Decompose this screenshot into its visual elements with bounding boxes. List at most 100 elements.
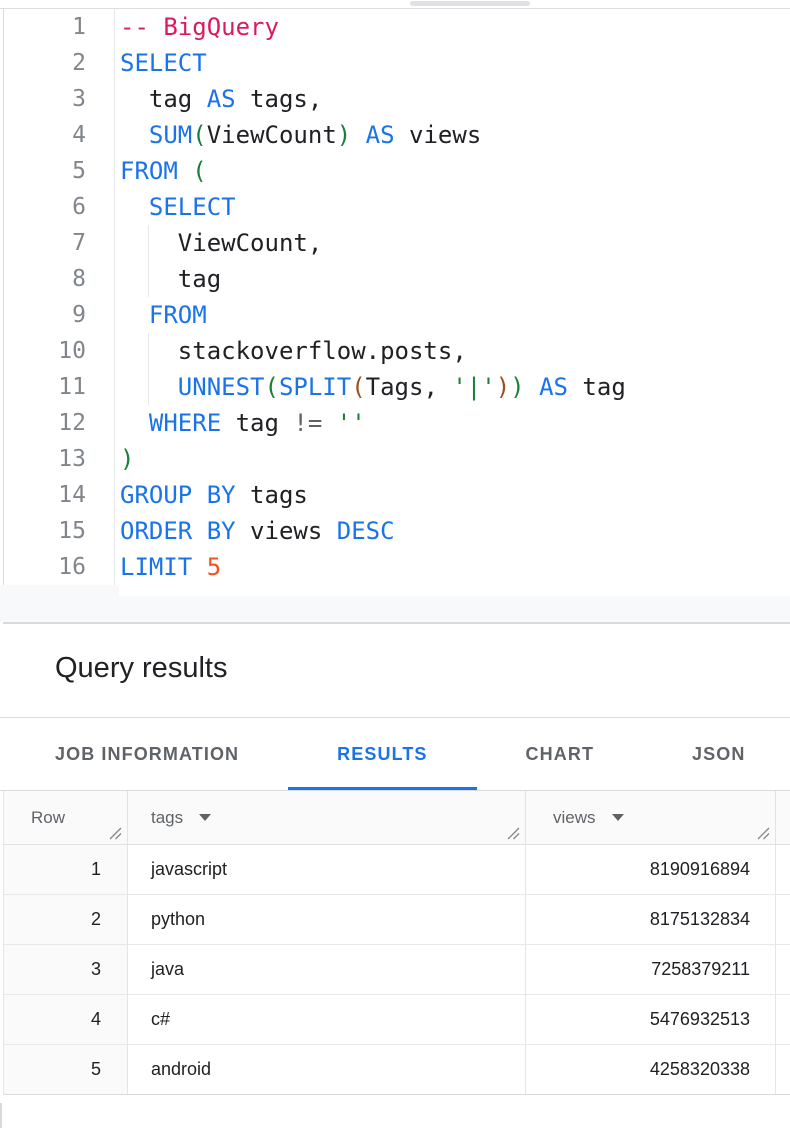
resize-grip-icon[interactable]	[507, 827, 520, 840]
line-number: 2	[4, 45, 86, 81]
header-row-label: Row	[31, 808, 65, 828]
code-line[interactable]: 10 stackoverflow.posts,	[4, 333, 790, 369]
code-line[interactable]: 13)	[4, 441, 790, 477]
cell-tags: python	[128, 895, 526, 944]
code-text: ORDER BY views DESC	[120, 513, 395, 549]
cell-tags: c#	[128, 995, 526, 1044]
cell-views: 7258379211	[526, 945, 776, 994]
code-text: tag	[120, 261, 221, 297]
code-line[interactable]: 4 SUM(ViewCount) AS views	[4, 117, 790, 153]
line-number: 16	[4, 549, 86, 585]
query-results-section: Query results	[0, 624, 790, 718]
cell-tags: javascript	[128, 845, 526, 894]
footer-left-edge	[0, 1103, 2, 1128]
code-text: stackoverflow.posts,	[120, 333, 467, 369]
code-line[interactable]: 7 ViewCount,	[4, 225, 790, 261]
cell-views: 8175132834	[526, 895, 776, 944]
cell-row-number: 2	[4, 895, 128, 944]
code-line[interactable]: 1-- BigQuery	[4, 9, 790, 45]
line-number: 12	[4, 405, 86, 441]
line-number: 8	[4, 261, 86, 297]
tab-chart[interactable]: CHART	[477, 718, 644, 790]
scrollbar-thumb[interactable]	[410, 1, 530, 6]
editor-bottom-strip	[0, 585, 790, 622]
cell-row-number: 5	[4, 1045, 128, 1094]
code-line[interactable]: 8 tag	[4, 261, 790, 297]
tab-job-information[interactable]: JOB INFORMATION	[6, 718, 288, 790]
cell-row-number: 4	[4, 995, 128, 1044]
code-text: ViewCount,	[120, 225, 322, 261]
code-line[interactable]: 16 LIMIT 5	[4, 549, 790, 585]
code-text: LIMIT 5	[120, 549, 221, 585]
code-line[interactable]: 3 tag AS tags,	[4, 81, 790, 117]
code-line[interactable]: 15 ORDER BY views DESC	[4, 513, 790, 549]
code-line[interactable]: 9 FROM	[4, 297, 790, 333]
code-text: UNNEST(SPLIT(Tags, '|')) AS tag	[120, 369, 626, 405]
code-line[interactable]: 6 SELECT	[4, 189, 790, 225]
header-row-column: Row	[4, 791, 128, 844]
editor-footer-band	[0, 596, 790, 622]
table-row: 5android4258320338	[4, 1045, 790, 1095]
tab-label: CHART	[526, 744, 595, 765]
table-header-row: Row tags views	[4, 791, 790, 845]
code-text: FROM (	[120, 153, 207, 189]
code-text: SUM(ViewCount) AS views	[120, 117, 481, 153]
cell-tags: android	[128, 1045, 526, 1094]
cell-views: 5476932513	[526, 995, 776, 1044]
header-spacer	[776, 791, 790, 844]
cell-spacer	[776, 945, 790, 994]
tab-label: JSON	[692, 744, 745, 765]
code-text: GROUP BY tags	[120, 477, 308, 513]
code-line[interactable]: 2 SELECT	[4, 45, 790, 81]
cell-spacer	[776, 1045, 790, 1094]
line-number: 7	[4, 225, 86, 261]
code-area[interactable]: 1-- BigQuery2SELECT3 tag AS tags,4 SUM(V…	[4, 9, 790, 585]
editor-horizontal-scrollbar[interactable]	[0, 0, 790, 9]
code-text: WHERE tag != ''	[120, 405, 366, 441]
cell-row-number: 1	[4, 845, 128, 894]
line-number: 6	[4, 189, 86, 225]
header-views-label: views	[553, 808, 596, 828]
line-number: 11	[4, 369, 86, 405]
cell-row-number: 3	[4, 945, 128, 994]
code-text: SELECT	[120, 189, 236, 225]
results-table: Row tags views 1javascript81909168942pyt…	[3, 791, 790, 1095]
column-dropdown-icon[interactable]	[199, 814, 211, 821]
tab-label: RESULTS	[337, 744, 427, 765]
header-tags-column[interactable]: tags	[128, 791, 526, 844]
code-text: SELECT	[120, 45, 207, 81]
resize-grip-icon[interactable]	[109, 827, 122, 840]
line-number: 4	[4, 117, 86, 153]
table-body: 1javascript81909168942python81751328343j…	[4, 845, 790, 1095]
code-text: tag AS tags,	[120, 81, 322, 117]
tab-results[interactable]: RESULTS	[288, 718, 476, 790]
sql-editor[interactable]: 1-- BigQuery2SELECT3 tag AS tags,4 SUM(V…	[3, 9, 790, 624]
line-number: 9	[4, 297, 86, 333]
line-number: 10	[4, 333, 86, 369]
column-dropdown-icon[interactable]	[612, 814, 624, 821]
cell-tags: java	[128, 945, 526, 994]
line-number: 1	[4, 9, 86, 45]
header-views-column[interactable]: views	[526, 791, 776, 844]
line-number: 15	[4, 513, 86, 549]
cell-views: 8190916894	[526, 845, 776, 894]
results-tabbar: JOB INFORMATION RESULTS CHART JSON	[0, 718, 790, 791]
code-text: FROM	[120, 297, 207, 333]
line-number: 3	[4, 81, 86, 117]
page-title: Query results	[0, 624, 790, 685]
cell-views: 4258320338	[526, 1045, 776, 1094]
cell-spacer	[776, 845, 790, 894]
code-line[interactable]: 14 GROUP BY tags	[4, 477, 790, 513]
table-row: 1javascript8190916894	[4, 845, 790, 895]
line-number: 13	[4, 441, 86, 477]
cell-spacer	[776, 995, 790, 1044]
code-line[interactable]: 5 FROM (	[4, 153, 790, 189]
resize-grip-icon[interactable]	[757, 827, 770, 840]
tab-label: JOB INFORMATION	[55, 744, 239, 765]
line-number: 14	[4, 477, 86, 513]
code-line[interactable]: 12 WHERE tag != ''	[4, 405, 790, 441]
tab-json[interactable]: JSON	[643, 718, 790, 790]
code-line[interactable]: 11 UNNEST(SPLIT(Tags, '|')) AS tag	[4, 369, 790, 405]
line-number: 5	[4, 153, 86, 189]
cell-spacer	[776, 895, 790, 944]
